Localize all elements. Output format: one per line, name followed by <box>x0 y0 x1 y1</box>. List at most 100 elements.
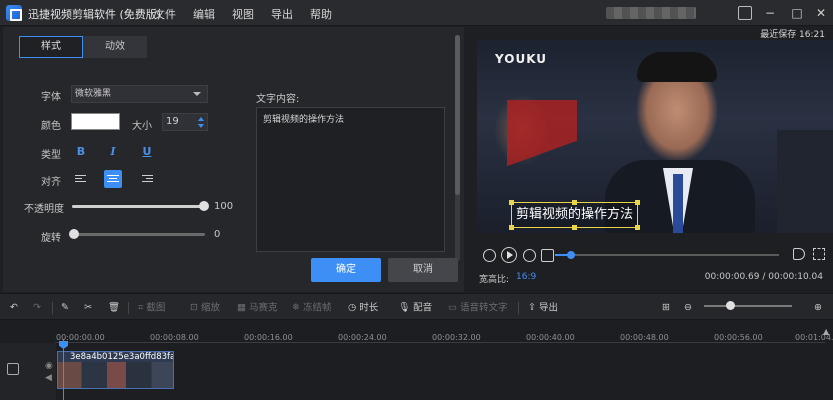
font-size-stepper[interactable]: 19 <box>162 113 208 131</box>
speech-to-text-button[interactable]: ▭ 语音转文字 <box>448 300 508 316</box>
menu-help[interactable]: 帮助 <box>310 6 332 22</box>
zoom-button[interactable]: ⊡ 缩放 <box>190 300 220 316</box>
tab-animation[interactable]: 动效 <box>83 36 147 58</box>
minimize-button[interactable]: − <box>761 4 779 22</box>
aspect-ratio-value[interactable]: 16:9 <box>516 272 536 282</box>
user-account-blurred[interactable] <box>606 7 696 19</box>
underline-button[interactable]: U <box>138 143 156 161</box>
zoom-out-icon[interactable]: ⊖ <box>684 300 692 316</box>
decrement-icon[interactable] <box>198 124 204 128</box>
resize-handle[interactable] <box>635 200 640 205</box>
menu-file[interactable]: 文件 <box>154 6 176 22</box>
subtitle-text-box[interactable]: 剪辑视频的操作方法 <box>509 200 640 230</box>
volume-icon[interactable] <box>793 248 805 260</box>
color-swatch[interactable] <box>71 113 120 130</box>
clip-name: 3e8a4b0125e3a0ffd83fa <box>70 352 174 362</box>
speech-icon: ▭ <box>448 302 457 313</box>
clip-thumbnails <box>58 362 173 388</box>
time-readout: 00:00:00.69 / 00:00:10.04 <box>704 272 823 282</box>
font-size-value: 19 <box>166 116 179 127</box>
rotate-slider[interactable] <box>72 233 205 236</box>
font-select-value: 微软雅黑 <box>75 89 112 99</box>
video-clip[interactable]: 3e8a4b0125e3a0ffd83fa <box>57 351 174 389</box>
timeline-zoom-slider[interactable] <box>704 305 792 307</box>
app-logo-icon <box>6 5 22 21</box>
increment-icon[interactable] <box>198 117 204 121</box>
align-left-icon[interactable] <box>72 170 90 188</box>
fullscreen-icon[interactable] <box>813 248 825 260</box>
timeline-scrollbar[interactable]: ▲ <box>823 327 831 397</box>
crop-icon: ⌗ <box>138 302 144 313</box>
tick-label: 00:00:24.00 <box>338 333 387 342</box>
timeline: 00:00:00.00 00:00:08.00 00:00:16.00 00:0… <box>0 321 833 400</box>
duration-button[interactable]: ◷ 时长 <box>348 300 378 316</box>
resize-handle[interactable] <box>509 200 514 205</box>
close-button[interactable]: ✕ <box>812 4 830 22</box>
time-ruler[interactable]: 00:00:00.00 00:00:08.00 00:00:16.00 00:0… <box>55 321 833 343</box>
undo-icon[interactable]: ↶ <box>10 300 18 316</box>
menu-export[interactable]: 导出 <box>271 6 293 22</box>
microphone-icon: 🎙 <box>398 302 411 313</box>
crop-button[interactable]: ⌗ 截图 <box>138 300 165 316</box>
figure-tie <box>673 174 683 233</box>
scroll-up-icon[interactable]: ▲ <box>823 327 829 336</box>
dub-button[interactable]: 🎙 配音 <box>398 300 432 316</box>
tick-label: 00:00:48.00 <box>620 333 669 342</box>
zoom-in-icon[interactable]: ⊕ <box>814 300 822 316</box>
video-preview[interactable]: YOUKU 剪辑视频的操作方法 <box>477 40 833 233</box>
resize-handle[interactable] <box>509 225 514 230</box>
preview-panel: 最近保存 16:21 YOUKU 剪辑视频的操作方法 宽高比: 16:9 00:… <box>467 27 833 292</box>
resize-handle[interactable] <box>572 200 577 205</box>
font-select[interactable]: 微软雅黑 <box>71 85 208 103</box>
prev-frame-icon[interactable] <box>483 249 496 262</box>
rotate-slider-knob[interactable] <box>69 229 79 239</box>
confirm-button[interactable]: 确定 <box>311 258 381 282</box>
cancel-button[interactable]: 取消 <box>388 258 458 282</box>
play-icon[interactable] <box>501 247 517 263</box>
opacity-slider-knob[interactable] <box>199 201 209 211</box>
resize-handle[interactable] <box>572 225 577 230</box>
menu-edit[interactable]: 编辑 <box>193 6 215 22</box>
fit-screen-icon[interactable]: ⊞ <box>662 300 670 316</box>
video-track-icon <box>7 363 19 375</box>
settings-icon[interactable] <box>738 6 752 20</box>
font-label: 字体 <box>41 92 61 103</box>
delete-icon[interactable]: 🗑 <box>108 300 120 316</box>
opacity-slider-fill <box>72 205 205 208</box>
mosaic-button[interactable]: ▦ 马赛克 <box>237 300 278 316</box>
align-center-icon[interactable] <box>104 170 122 188</box>
tab-style[interactable]: 样式 <box>19 36 83 58</box>
tick-label: 00:00:16.00 <box>244 333 293 342</box>
playback-progress-knob[interactable] <box>566 251 575 259</box>
align-right-icon[interactable] <box>138 170 156 188</box>
text-content-label: 文字内容: <box>256 94 300 105</box>
eye-icon[interactable]: ◉ <box>45 361 53 371</box>
resize-handle[interactable] <box>635 225 640 230</box>
size-label: 大小 <box>132 121 152 132</box>
freeze-icon: ❄ <box>292 302 300 313</box>
align-label: 对齐 <box>41 177 61 188</box>
playback-progress[interactable] <box>555 254 779 256</box>
maximize-button[interactable]: □ <box>788 4 806 22</box>
opacity-label: 不透明度 <box>24 204 64 215</box>
text-content-input[interactable]: 剪辑视频的操作方法 <box>256 107 445 252</box>
opacity-value: 100 <box>214 201 234 212</box>
stop-icon[interactable] <box>541 249 554 262</box>
bold-button[interactable]: B <box>72 143 90 161</box>
italic-button[interactable]: I <box>104 143 122 161</box>
zoom-icon: ⊡ <box>190 302 198 313</box>
panel-scrollbar-thumb[interactable] <box>455 35 460 195</box>
clock-icon: ◷ <box>348 302 357 313</box>
scissors-icon[interactable]: ✂ <box>84 300 92 316</box>
speaker-icon[interactable]: ◀ <box>45 373 52 383</box>
export-button[interactable]: ⇪ 导出 <box>528 300 558 316</box>
next-frame-icon[interactable] <box>523 249 536 262</box>
playhead-handle[interactable] <box>59 341 68 349</box>
redo-icon[interactable]: ↷ <box>33 300 41 316</box>
edit-icon[interactable]: ✎ <box>61 300 69 316</box>
freeze-frame-button[interactable]: ❄ 冻结帧 <box>292 300 331 316</box>
bg-figure-right <box>777 130 833 233</box>
type-label: 类型 <box>41 150 61 161</box>
menu-view[interactable]: 视图 <box>232 6 254 22</box>
color-label: 颜色 <box>41 121 61 132</box>
